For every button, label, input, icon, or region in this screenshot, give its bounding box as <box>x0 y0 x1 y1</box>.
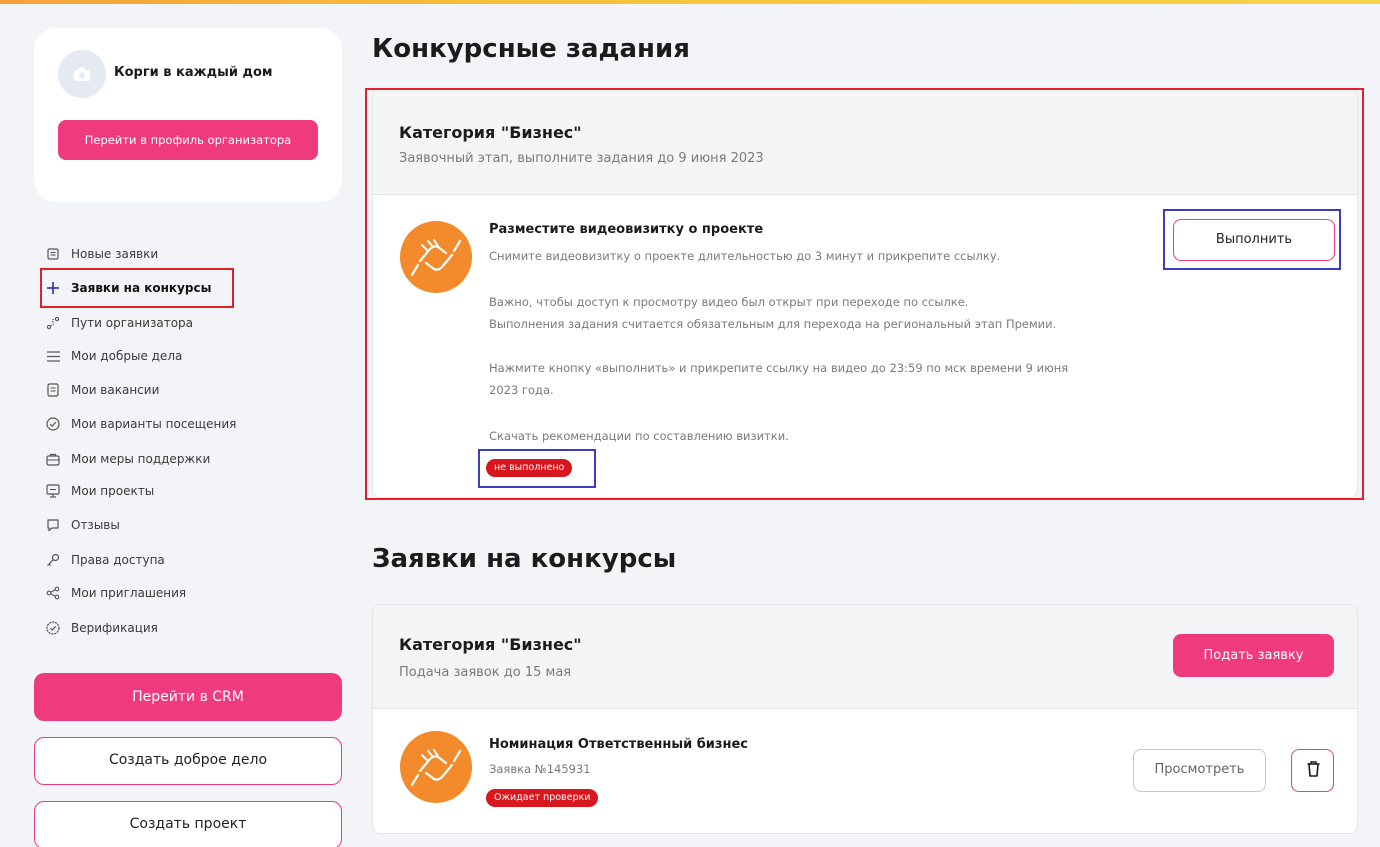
sidebar-item-label: Верификация <box>71 621 158 635</box>
applications-heading: Заявки на конкурсы <box>372 544 677 574</box>
sidebar-item-new-requests[interactable]: Новые заявки <box>44 242 158 266</box>
complete-button-highlight <box>1163 209 1341 270</box>
sidebar-item-label: Мои проекты <box>71 484 155 498</box>
category-title: Категория "Бизнес" <box>399 635 582 654</box>
nomination-title: Номинация Ответственный бизнес <box>489 737 748 752</box>
contest-tasks-heading: Конкурсные задания <box>372 34 690 64</box>
key-icon <box>44 551 62 569</box>
support-icon <box>44 450 62 468</box>
sidebar-item-support-measures[interactable]: Мои меры поддержки <box>44 447 210 471</box>
sidebar-item-verification[interactable]: Верификация <box>44 616 158 640</box>
go-to-crm-button[interactable]: Перейти в CRM <box>34 673 342 721</box>
sidebar-item-good-deeds[interactable]: Мои добрые дела <box>44 344 182 368</box>
handshake-icon <box>400 731 472 803</box>
category-header: Категория "Бизнес" Подача заявок до 15 м… <box>373 605 1357 709</box>
new-requests-icon <box>44 245 62 263</box>
projects-icon <box>44 482 62 500</box>
list-icon <box>44 347 62 365</box>
organization-name: Корги в каждый дом <box>114 65 273 80</box>
sidebar-item-organizer-paths[interactable]: Пути организатора <box>44 311 193 335</box>
status-badge-highlight <box>478 449 596 488</box>
organizer-profile-button[interactable]: Перейти в профиль организатора <box>58 120 318 160</box>
category-subtitle: Подача заявок до 15 мая <box>399 665 572 680</box>
sidebar-item-label: Мои добрые дела <box>71 349 183 363</box>
sidebar-item-vacancies[interactable]: Мои вакансии <box>44 378 159 402</box>
view-application-button[interactable]: Просмотреть <box>1133 749 1266 792</box>
sidebar-item-access-rights[interactable]: Права доступа <box>44 548 165 572</box>
share-icon <box>44 584 62 602</box>
application-number: Заявка №145931 <box>489 762 591 776</box>
profile-card: Корги в каждый дом Перейти в профиль орг… <box>34 28 342 202</box>
sidebar-item-reviews[interactable]: Отзывы <box>44 513 120 537</box>
status-badge: Ожидает проверки <box>486 789 599 807</box>
sidebar-item-invitations[interactable]: Мои приглашения <box>44 581 186 605</box>
sidebar-item-label: Мои приглашения <box>71 586 187 600</box>
sidebar-item-label: Мои меры поддержки <box>71 452 211 466</box>
avatar[interactable] <box>58 50 106 98</box>
comment-icon <box>44 516 62 534</box>
verified-icon <box>44 619 62 637</box>
create-project-button[interactable]: Создать проект <box>34 801 342 847</box>
task-card-highlight <box>365 88 1364 500</box>
sidebar-item-projects[interactable]: Мои проекты <box>44 479 154 503</box>
delete-button[interactable] <box>1291 749 1334 792</box>
sidebar-item-label: Пути организатора <box>71 316 194 330</box>
camera-icon <box>74 67 90 81</box>
sidebar-item-label: Отзывы <box>71 518 120 532</box>
route-icon <box>44 314 62 332</box>
sidebar-item-label: Новые заявки <box>71 247 159 261</box>
vacancy-icon <box>44 381 62 399</box>
sidebar-item-visit-options[interactable]: Мои варианты посещения <box>44 412 236 436</box>
sidebar-item-label: Мои вакансии <box>71 383 160 397</box>
sidebar-item-label: Мои варианты посещения <box>71 417 237 431</box>
application-card: Категория "Бизнес" Подача заявок до 15 м… <box>372 604 1358 834</box>
sidebar-item-label: Права доступа <box>71 553 165 567</box>
trash-icon <box>1307 761 1320 777</box>
active-nav-highlight <box>40 268 234 308</box>
create-good-deed-button[interactable]: Создать доброе дело <box>34 737 342 785</box>
top-accent-bar <box>0 0 1380 4</box>
check-circle-icon <box>44 415 62 433</box>
submit-application-button[interactable]: Подать заявку <box>1173 634 1334 677</box>
